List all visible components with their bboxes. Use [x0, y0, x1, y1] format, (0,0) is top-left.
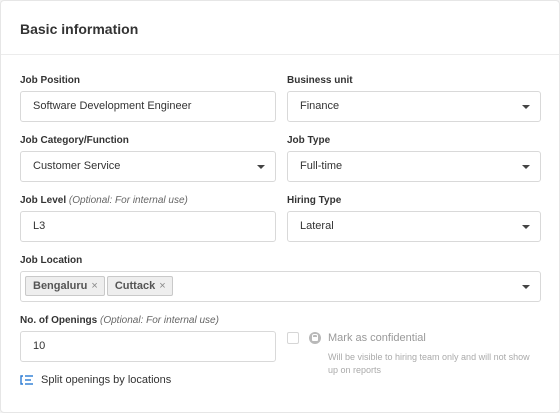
chevron-down-icon: [522, 165, 530, 169]
job-category-value: Customer Service: [33, 160, 121, 172]
job-level-label: Job Level (Optional: For internal use): [20, 195, 188, 206]
job-position-label: Job Position: [20, 75, 80, 86]
location-tag-label: Bengaluru: [33, 280, 88, 292]
confidential-checkbox[interactable]: [287, 332, 299, 344]
chevron-down-icon: [522, 225, 530, 229]
job-category-label: Job Category/Function: [20, 135, 129, 146]
business-unit-select[interactable]: Finance: [287, 91, 541, 122]
card-header: Basic information: [1, 1, 559, 55]
job-location-multiselect[interactable]: Bengaluru × Cuttack ×: [20, 271, 541, 302]
openings-label-text: No. of Openings: [20, 315, 98, 326]
location-tag-label: Cuttack: [114, 280, 156, 292]
chevron-down-icon: [522, 285, 530, 289]
openings-optional-note: (Optional: For internal use): [100, 315, 219, 326]
job-level-label-text: Job Level: [20, 195, 67, 206]
chevron-down-icon: [257, 165, 265, 169]
openings-input[interactable]: 10: [20, 331, 276, 362]
business-unit-value: Finance: [300, 100, 340, 112]
job-level-optional-note: (Optional: For internal use): [68, 195, 188, 206]
job-location-label: Job Location: [20, 255, 83, 266]
chevron-down-icon: [522, 105, 530, 109]
remove-tag-icon[interactable]: ×: [91, 277, 97, 295]
business-unit-label: Business unit: [287, 75, 353, 86]
remove-tag-icon[interactable]: ×: [159, 277, 165, 295]
job-position-input[interactable]: Software Development Engineer: [20, 91, 276, 122]
hiring-type-select[interactable]: Lateral: [287, 211, 541, 242]
job-type-select[interactable]: Full-time: [287, 151, 541, 182]
confidential-help-text: Will be visible to hiring team only and …: [328, 352, 530, 375]
job-type-value: Full-time: [300, 160, 343, 172]
hiring-type-label: Hiring Type: [287, 195, 342, 206]
split-openings-link[interactable]: Split openings by locations: [20, 374, 171, 386]
location-tag: Cuttack ×: [106, 276, 173, 296]
job-category-select[interactable]: Customer Service: [20, 151, 276, 182]
location-tag: Bengaluru ×: [25, 276, 105, 296]
job-type-label: Job Type: [287, 135, 331, 146]
section-title: Basic information: [20, 21, 139, 37]
hiring-type-value: Lateral: [300, 220, 334, 232]
job-level-input[interactable]: L3: [20, 211, 276, 242]
basic-information-card: Basic information Job Position Software …: [0, 0, 560, 413]
openings-label: No. of Openings (Optional: For internal …: [20, 315, 219, 326]
lock-icon: [309, 332, 321, 344]
split-list-icon: [20, 374, 34, 386]
split-openings-label: Split openings by locations: [41, 374, 172, 386]
confidential-label: Mark as confidential: [328, 332, 426, 344]
